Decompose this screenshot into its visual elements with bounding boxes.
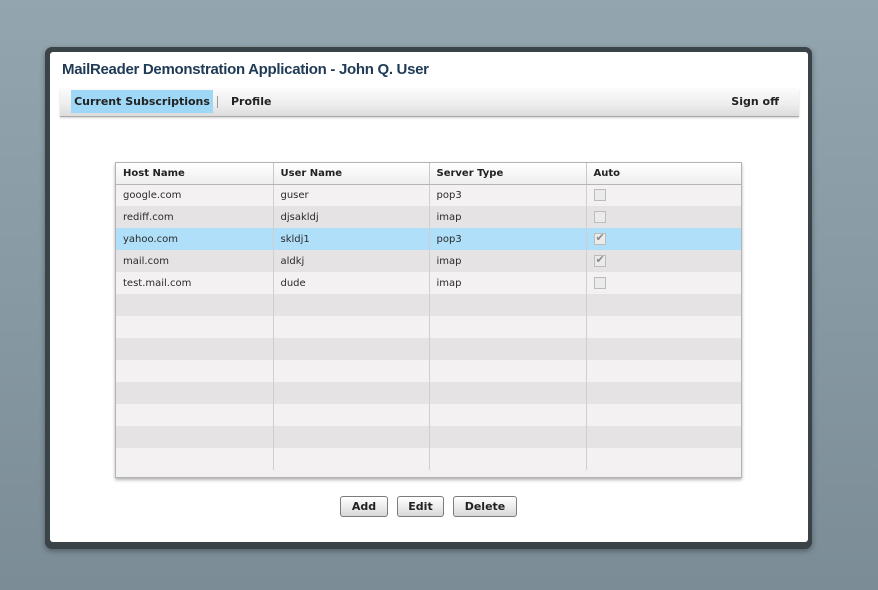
cell-user-name: skldj1: [273, 228, 430, 250]
cell-auto: [586, 184, 741, 206]
app-window: MailReader Demonstration Application - J…: [50, 52, 808, 542]
empty-cell: [586, 404, 741, 426]
empty-cell: [116, 316, 274, 338]
column-header-auto[interactable]: Auto: [586, 163, 741, 185]
empty-cell: [116, 426, 274, 448]
empty-cell: [273, 316, 430, 338]
empty-cell: [429, 448, 587, 470]
empty-cell: [273, 382, 430, 404]
cell-user-name: aldkj: [273, 250, 430, 272]
empty-cell: [429, 426, 587, 448]
empty-cell: [116, 294, 274, 316]
subscriptions-table: Host Name User Name Server Type Auto goo…: [116, 163, 741, 470]
empty-cell: [586, 426, 741, 448]
empty-cell: [273, 294, 430, 316]
cell-auto: [586, 272, 741, 294]
empty-cell: [586, 448, 741, 470]
column-header-server-type[interactable]: Server Type: [429, 163, 587, 185]
checkmark-icon: ✔: [595, 230, 605, 244]
empty-cell: [429, 404, 587, 426]
empty-cell: [116, 382, 274, 404]
empty-row: [116, 448, 741, 470]
empty-cell: [116, 338, 274, 360]
empty-cell: [586, 294, 741, 316]
auto-checkbox[interactable]: [593, 188, 606, 201]
empty-cell: [429, 360, 587, 382]
cell-server-type: imap: [429, 272, 587, 294]
auto-checkbox[interactable]: [593, 276, 606, 289]
app-title: MailReader Demonstration Application - J…: [62, 61, 429, 78]
table-row[interactable]: google.com guser pop3: [116, 184, 741, 206]
cell-host-name: mail.com: [116, 250, 274, 272]
cell-server-type: imap: [429, 206, 587, 228]
cell-host-name: google.com: [116, 184, 274, 206]
auto-checkbox[interactable]: [593, 210, 606, 223]
table-row[interactable]: rediff.com djsakldj imap: [116, 206, 741, 228]
cell-auto: [586, 206, 741, 228]
checkmark-icon: ✔: [595, 252, 605, 266]
empty-cell: [429, 316, 587, 338]
empty-cell: [586, 316, 741, 338]
empty-cell: [586, 338, 741, 360]
empty-cell: [586, 360, 741, 382]
cell-host-name: yahoo.com: [116, 228, 274, 250]
empty-cell: [273, 360, 430, 382]
nav-bar: Current Subscriptions Profile Sign off: [60, 89, 799, 117]
cell-user-name: dude: [273, 272, 430, 294]
empty-cell: [273, 448, 430, 470]
subscriptions-grid: Host Name User Name Server Type Auto goo…: [115, 162, 742, 478]
column-header-user-name[interactable]: User Name: [273, 163, 430, 185]
empty-cell: [116, 448, 274, 470]
delete-button[interactable]: Delete: [453, 496, 517, 517]
tab-current-subscriptions[interactable]: Current Subscriptions: [71, 90, 213, 113]
empty-row: [116, 360, 741, 382]
cell-host-name: rediff.com: [116, 206, 274, 228]
empty-cell: [429, 338, 587, 360]
empty-row: [116, 382, 741, 404]
empty-row: [116, 316, 741, 338]
cell-host-name: test.mail.com: [116, 272, 274, 294]
empty-cell: [273, 426, 430, 448]
empty-cell: [116, 360, 274, 382]
column-header-host-name[interactable]: Host Name: [116, 163, 274, 185]
empty-cell: [429, 382, 587, 404]
add-button[interactable]: Add: [340, 496, 388, 517]
auto-checkbox[interactable]: ✔: [593, 252, 606, 267]
empty-row: [116, 404, 741, 426]
empty-row: [116, 294, 741, 316]
cell-user-name: guser: [273, 184, 430, 206]
empty-row: [116, 426, 741, 448]
table-row[interactable]: test.mail.com dude imap: [116, 272, 741, 294]
table-body: google.com guser pop3 rediff.com djsakldj ima…: [116, 184, 741, 470]
empty-row: [116, 338, 741, 360]
cell-auto: ✔: [586, 228, 741, 250]
table-header-row: Host Name User Name Server Type Auto: [116, 163, 741, 185]
table-row[interactable]: mail.com aldkj imap ✔: [116, 250, 741, 272]
auto-checkbox[interactable]: ✔: [593, 230, 606, 245]
cell-server-type: pop3: [429, 228, 587, 250]
tab-profile[interactable]: Profile: [231, 90, 271, 113]
cell-user-name: djsakldj: [273, 206, 430, 228]
empty-cell: [116, 404, 274, 426]
empty-cell: [273, 404, 430, 426]
empty-cell: [586, 382, 741, 404]
sign-off-link[interactable]: Sign off: [731, 90, 779, 113]
table-row[interactable]: yahoo.com skldj1 pop3 ✔: [116, 228, 741, 250]
edit-button[interactable]: Edit: [397, 496, 444, 517]
cell-server-type: pop3: [429, 184, 587, 206]
tab-separator: [217, 96, 218, 108]
empty-cell: [429, 294, 587, 316]
cell-auto: ✔: [586, 250, 741, 272]
cell-server-type: imap: [429, 250, 587, 272]
empty-cell: [273, 338, 430, 360]
